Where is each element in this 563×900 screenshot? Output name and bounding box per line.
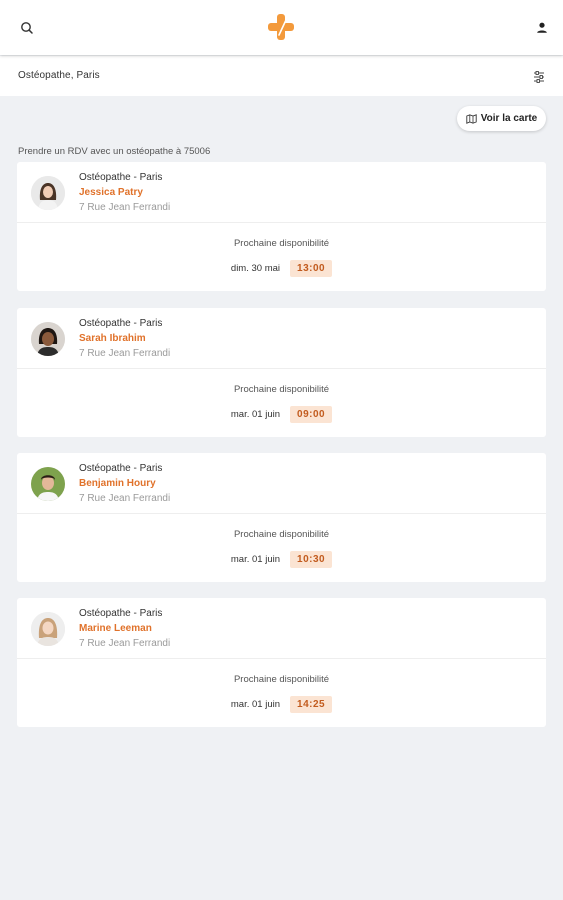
- availability-row: dim. 30 mai 13:00: [17, 260, 546, 277]
- availability-date: mar. 01 juin: [230, 554, 281, 565]
- divider: [17, 368, 546, 369]
- practitioner-name[interactable]: Jessica Patry: [79, 187, 143, 198]
- practitioner-card[interactable]: Ostéopathe - Paris Sarah Ibrahim 7 Rue J…: [17, 308, 546, 437]
- results-heading: Prendre un RDV avec un ostéopathe à 7500…: [18, 146, 211, 157]
- view-map-label: Voir la carte: [480, 113, 538, 124]
- availability-date: dim. 30 mai: [230, 263, 281, 274]
- practitioner-specialty: Ostéopathe - Paris: [79, 608, 163, 619]
- availability-date: mar. 01 juin: [230, 409, 281, 420]
- divider: [17, 513, 546, 514]
- map-icon: [466, 114, 477, 124]
- view-map-button[interactable]: Voir la carte: [457, 106, 546, 131]
- availability-label: Prochaine disponibilité: [233, 238, 330, 249]
- practitioner-address: 7 Rue Jean Ferrandi: [79, 348, 171, 359]
- divider: [17, 658, 546, 659]
- practitioner-card[interactable]: Ostéopathe - Paris Benjamin Houry 7 Rue …: [17, 453, 546, 582]
- practitioner-address: 7 Rue Jean Ferrandi: [79, 493, 171, 504]
- practitioner-name[interactable]: Sarah Ibrahim: [79, 333, 146, 344]
- time-slot-button[interactable]: 09:00: [290, 406, 333, 423]
- practitioner-name[interactable]: Benjamin Houry: [79, 478, 156, 489]
- search-icon[interactable]: [17, 18, 37, 38]
- practitioner-address: 7 Rue Jean Ferrandi: [79, 202, 171, 213]
- user-icon[interactable]: [533, 19, 551, 37]
- divider: [17, 222, 546, 223]
- avatar: [31, 322, 65, 356]
- avatar: [31, 612, 65, 646]
- practitioner-specialty: Ostéopathe - Paris: [79, 463, 163, 474]
- availability-label: Prochaine disponibilité: [233, 384, 330, 395]
- availability-label: Prochaine disponibilité: [233, 529, 330, 540]
- availability-row: mar. 01 juin 10:30: [17, 551, 546, 568]
- top-app-bar: [0, 0, 563, 55]
- time-slot-button[interactable]: 13:00: [290, 260, 333, 277]
- availability-label: Prochaine disponibilité: [233, 674, 330, 685]
- availability-row: mar. 01 juin 09:00: [17, 406, 546, 423]
- medical-cross-logo[interactable]: [266, 12, 296, 42]
- avatar: [31, 176, 65, 210]
- practitioner-specialty: Ostéopathe - Paris: [79, 318, 163, 329]
- avatar: [31, 467, 65, 501]
- search-summary-bar[interactable]: Ostéopathe, Paris: [0, 56, 563, 96]
- time-slot-button[interactable]: 10:30: [290, 551, 333, 568]
- time-slot-button[interactable]: 14:25: [290, 696, 333, 713]
- availability-date: mar. 01 juin: [230, 699, 281, 710]
- practitioner-card[interactable]: Ostéopathe - Paris Jessica Patry 7 Rue J…: [17, 162, 546, 291]
- practitioner-specialty: Ostéopathe - Paris: [79, 172, 163, 183]
- availability-row: mar. 01 juin 14:25: [17, 696, 546, 713]
- practitioner-card[interactable]: Ostéopathe - Paris Marine Leeman 7 Rue J…: [17, 598, 546, 727]
- search-query-text[interactable]: Ostéopathe, Paris: [18, 70, 100, 81]
- filter-icon[interactable]: [533, 70, 545, 84]
- practitioner-name[interactable]: Marine Leeman: [79, 623, 152, 634]
- practitioner-address: 7 Rue Jean Ferrandi: [79, 638, 171, 649]
